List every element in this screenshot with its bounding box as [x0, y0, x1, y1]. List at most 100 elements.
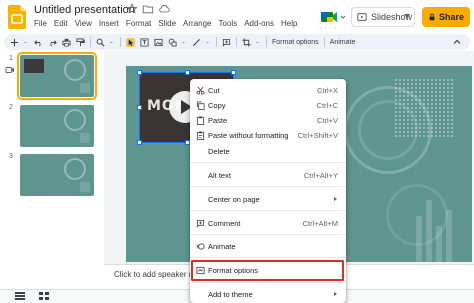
- toolbar-divider: [90, 37, 91, 47]
- menu-arrange[interactable]: Arrange: [183, 19, 211, 29]
- paste-icon: [196, 116, 205, 125]
- slide-thumbnail-2[interactable]: [20, 105, 94, 147]
- menu-item-alt-text[interactable]: Alt text Ctrl+Alt+Y: [190, 168, 346, 182]
- resize-handle[interactable]: [137, 105, 142, 110]
- toolbar-divider: [323, 37, 325, 47]
- toolbar-divider: [216, 37, 217, 47]
- share-button[interactable]: Share: [422, 7, 470, 27]
- menu-tools[interactable]: Tools: [219, 19, 238, 29]
- slides-logo-icon[interactable]: [8, 5, 26, 29]
- menu-item-label: Alt text: [208, 171, 231, 180]
- thumbnail-dots: [80, 83, 90, 93]
- thumbnail-video: [24, 59, 44, 73]
- filmstrip-view-icon[interactable]: [14, 291, 26, 301]
- resize-handle[interactable]: [185, 70, 190, 75]
- print-icon[interactable]: [62, 38, 71, 47]
- menu-item-shortcut: Ctrl+C: [316, 101, 338, 110]
- share-label: Share: [438, 12, 464, 22]
- menu-item-cut[interactable]: Cut Ctrl+X: [190, 83, 346, 97]
- resize-handle[interactable]: [137, 140, 142, 145]
- text-box-icon[interactable]: [140, 37, 149, 47]
- shape-icon[interactable]: [168, 38, 177, 47]
- animate-button[interactable]: Animate: [330, 39, 356, 46]
- undo-icon[interactable]: [34, 38, 43, 47]
- submenu-arrow-icon: [334, 197, 337, 201]
- new-slide-icon[interactable]: [10, 38, 19, 47]
- slide-thumbnail-3[interactable]: [20, 154, 94, 196]
- menu-bar: File Edit View Insert Format Slide Arran…: [34, 19, 297, 29]
- new-slide-menu-icon[interactable]: [24, 38, 29, 47]
- menu-item-label: Comment: [208, 219, 241, 228]
- menu-item-comment[interactable]: Comment Ctrl+Alt+M: [190, 216, 346, 230]
- comment-icon: [196, 219, 205, 228]
- chevron-up-icon[interactable]: [452, 37, 462, 47]
- menu-view[interactable]: View: [75, 19, 92, 29]
- toolbar: Format options Animate: [4, 34, 470, 50]
- format-options-button[interactable]: Format options: [272, 39, 319, 46]
- menu-file[interactable]: File: [34, 19, 47, 29]
- star-icon[interactable]: [126, 3, 138, 15]
- mask-menu-icon[interactable]: [256, 38, 261, 47]
- video-indicator-icon: [5, 67, 14, 73]
- menu-item-delete[interactable]: Delete: [190, 144, 346, 158]
- menu-divider: [190, 257, 346, 258]
- decor-bar: [416, 216, 422, 262]
- menu-edit[interactable]: Edit: [54, 19, 68, 29]
- decor-dots: [394, 78, 454, 138]
- menu-divider: [190, 282, 346, 283]
- redo-icon[interactable]: [48, 38, 57, 47]
- menu-item-paste-without-formatting[interactable]: Paste without formatting Ctrl+Shift+V: [190, 128, 346, 142]
- menu-insert[interactable]: Insert: [99, 19, 119, 29]
- menu-item-label: Copy: [208, 101, 226, 110]
- grid-view-icon[interactable]: [38, 291, 50, 301]
- image-icon[interactable]: [154, 38, 163, 47]
- menu-item-animate[interactable]: Animate: [190, 239, 346, 253]
- menu-item-paste[interactable]: Paste Ctrl+V: [190, 113, 346, 127]
- menu-help[interactable]: Help: [281, 19, 297, 29]
- format-options-highlight: [191, 260, 344, 281]
- menu-format[interactable]: Format: [126, 19, 151, 29]
- lock-icon: [429, 13, 435, 21]
- line-menu-icon[interactable]: [206, 38, 211, 47]
- menu-item-shortcut: Ctrl+Alt+M: [302, 219, 338, 228]
- slideshow-button[interactable]: Slideshow: [351, 7, 415, 27]
- thumbnail-ring: [64, 158, 86, 180]
- shape-menu-icon[interactable]: [182, 38, 187, 47]
- resize-handle[interactable]: [231, 70, 236, 75]
- zoom-menu-icon[interactable]: [110, 38, 115, 47]
- paint-format-icon[interactable]: [76, 37, 85, 47]
- resize-handle[interactable]: [137, 70, 142, 75]
- meet-icon[interactable]: [320, 9, 346, 25]
- select-cursor-icon[interactable]: [126, 37, 135, 47]
- slide-number: 1: [9, 55, 13, 62]
- menu-item-shortcut: Ctrl+Alt+Y: [303, 171, 338, 180]
- menu-slide[interactable]: Slide: [158, 19, 176, 29]
- line-icon[interactable]: [192, 38, 201, 47]
- toolbar-divider: [236, 37, 237, 47]
- menu-item-shortcut: Ctrl+V: [316, 116, 338, 125]
- menu-item-add-to-theme[interactable]: Add to theme: [190, 287, 346, 301]
- chevron-down-icon[interactable]: [404, 14, 410, 18]
- decor-bar: [436, 226, 442, 262]
- menu-add-ons[interactable]: Add-ons: [244, 19, 274, 29]
- menu-item-copy[interactable]: Copy Ctrl+C: [190, 98, 346, 112]
- move-folder-icon[interactable]: [142, 3, 154, 15]
- animate-icon: [196, 243, 205, 250]
- menu-item-shortcut: Ctrl+X: [316, 86, 338, 95]
- menu-item-center-on-page[interactable]: Center on page: [190, 192, 346, 206]
- zoom-icon[interactable]: [96, 38, 105, 47]
- slide-number: 3: [9, 153, 13, 160]
- cloud-status-icon[interactable]: [158, 3, 170, 15]
- decor-bar: [446, 210, 452, 262]
- speaker-notes-placeholder[interactable]: Click to add speaker no: [114, 270, 198, 279]
- add-comment-icon[interactable]: [222, 38, 231, 47]
- title-bar: Untitled presentation File Edit View Ins…: [0, 0, 474, 32]
- menu-item-label: Add to theme: [208, 290, 253, 299]
- crop-icon[interactable]: [242, 37, 251, 47]
- document-title[interactable]: Untitled presentation: [34, 4, 135, 16]
- slideshow-icon: [357, 13, 367, 21]
- paste-plain-icon: [196, 131, 205, 140]
- menu-item-label: Delete: [208, 147, 230, 156]
- copy-icon: [196, 101, 205, 110]
- slide-thumbnail-1[interactable]: [17, 52, 97, 100]
